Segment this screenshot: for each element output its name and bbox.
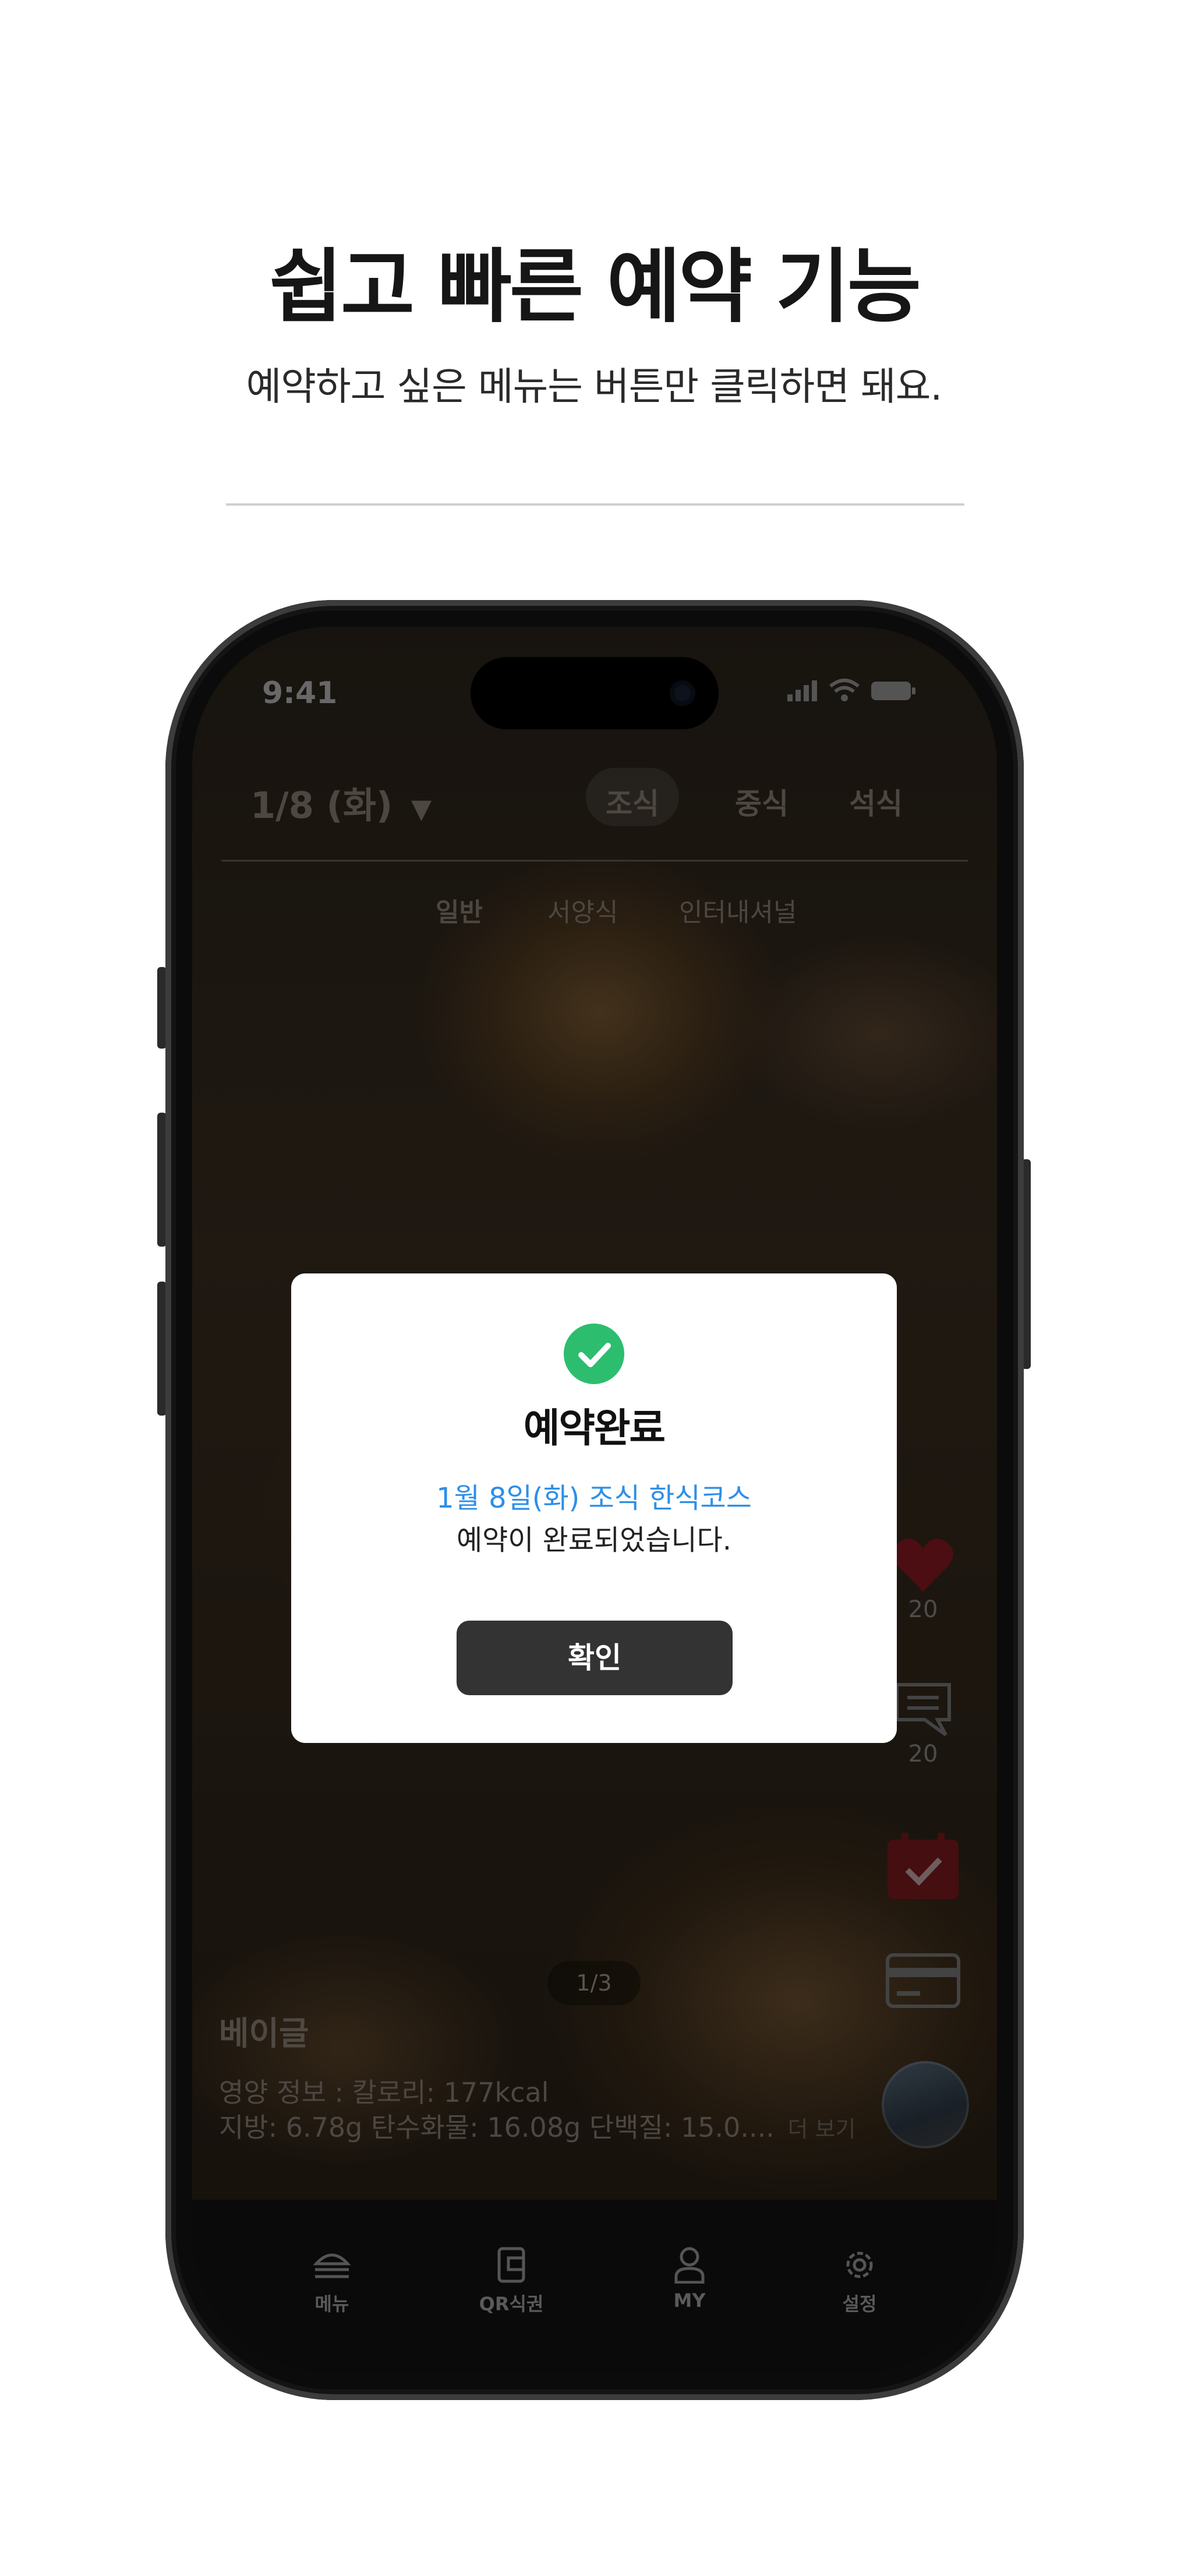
tab-settings[interactable]: 설정 [807, 2246, 912, 2316]
promo-subheadline: 예약하고 싶은 메뉴는 버튼만 클릭하면 돼요. [246, 364, 943, 409]
tab-qr-ticket[interactable]: QR식권 [459, 2246, 564, 2316]
dialog-title: 예약완료 [523, 1406, 666, 1452]
tab-my-label: MY [673, 2289, 706, 2312]
confirm-button[interactable]: 확인 [457, 1621, 733, 1695]
check-icon [564, 1324, 624, 1384]
promo-headline: 쉽고 빠른 예약 기능 [269, 240, 921, 334]
tab-qr-label: QR식권 [479, 2293, 544, 2315]
person-icon [674, 2247, 705, 2284]
reservation-complete-dialog: 예약완료 1월 8일(화) 조식 한식코스 예약이 완료되었습니다. 확인 [291, 1273, 897, 1743]
menu-icon [313, 2253, 351, 2278]
tab-menu[interactable]: 메뉴 [280, 2246, 384, 2316]
qr-ticket-icon [497, 2247, 525, 2283]
dialog-message: 예약이 완료되었습니다. [456, 1524, 732, 1557]
tab-menu-label: 메뉴 [314, 2293, 349, 2315]
divider [226, 503, 964, 506]
tab-settings-label: 설정 [842, 2293, 877, 2315]
gear-icon [846, 2252, 873, 2278]
tab-my[interactable]: MY [637, 2246, 742, 2312]
dialog-reservation-detail: 1월 8일(화) 조식 한식코스 [436, 1482, 752, 1515]
